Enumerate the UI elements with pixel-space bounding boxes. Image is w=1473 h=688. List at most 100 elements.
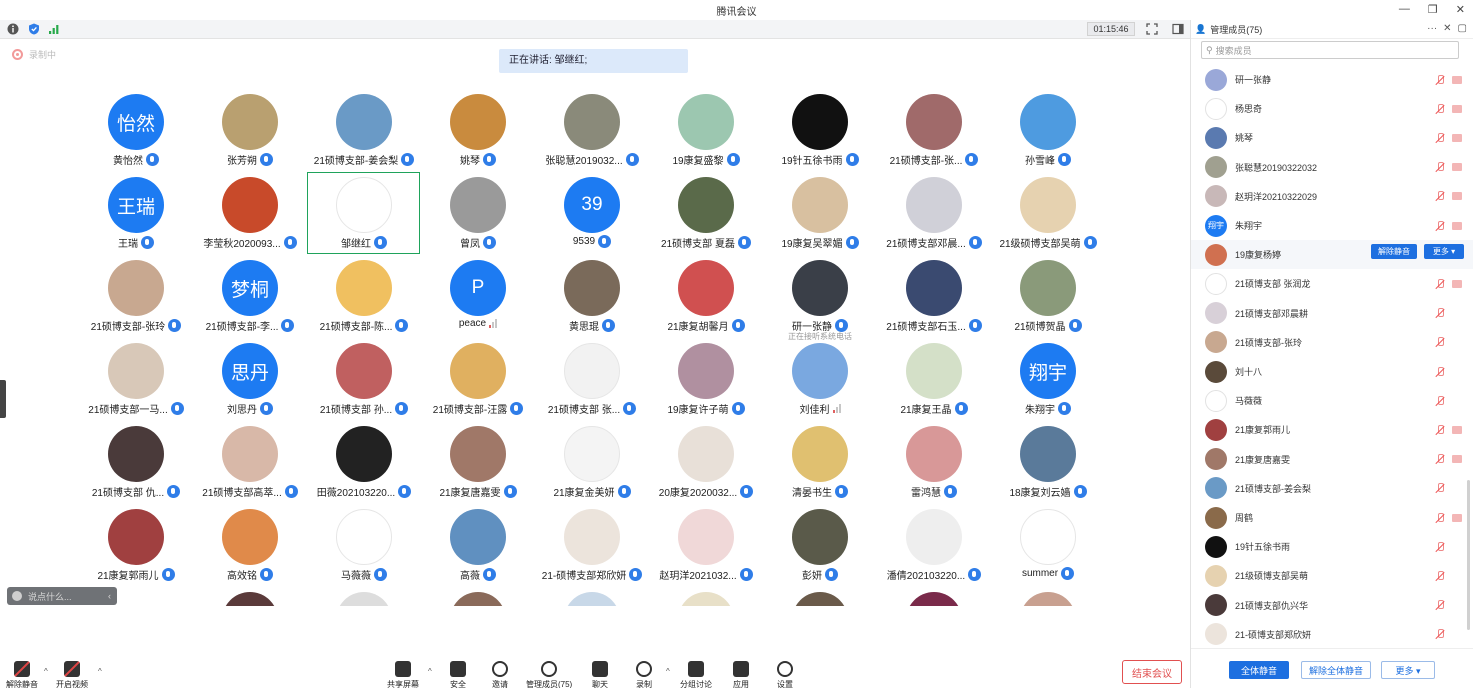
participant-tile[interactable]: 黄思琨 — [535, 258, 649, 340]
participant-tile[interactable]: 21级硕博支部吴萌 — [991, 175, 1105, 257]
participant-tile[interactable]: 梦桐 21硕博支部-李... — [193, 258, 307, 340]
participant-tile[interactable]: 21康复金美妍 — [535, 424, 649, 506]
mic-muted-icon[interactable] — [1435, 74, 1445, 85]
restore-icon[interactable]: ❐ — [1428, 3, 1438, 16]
participant-tile[interactable]: 潘倩202103220... — [877, 507, 991, 589]
info-icon[interactable] — [7, 23, 19, 35]
member-row[interactable]: 翔宇 朱翔宇 — [1191, 211, 1473, 240]
participant-tile[interactable]: summer — [991, 507, 1105, 589]
participant-tile[interactable]: 21硕博支部 张... — [535, 341, 649, 423]
mute-all-button[interactable]: 全体静音 — [1229, 661, 1289, 679]
breakout-button[interactable]: 分组讨论 — [680, 655, 712, 688]
member-list-scrollbar[interactable] — [1467, 480, 1470, 630]
participant-tile[interactable]: 21康复唐嘉雯 — [421, 424, 535, 506]
participant-tile[interactable]: 21康复王晶 — [877, 341, 991, 423]
participant-tile[interactable]: 18康复刘云嫱 — [991, 424, 1105, 506]
participant-tile[interactable]: 21硕博贺晶 — [991, 258, 1105, 340]
participant-tile[interactable]: 20康复2020032... — [649, 424, 763, 506]
mic-muted-icon[interactable] — [1435, 629, 1445, 639]
member-row[interactable]: 21硕博支部邓晨耕 — [1191, 299, 1473, 328]
participant-tile[interactable] — [193, 590, 307, 606]
share-screen-button[interactable]: 共享屏幕 — [387, 655, 419, 688]
camera-off-icon[interactable] — [1452, 425, 1462, 434]
mic-muted-icon[interactable] — [1435, 541, 1445, 552]
participant-tile[interactable]: 雷鸿慧 — [877, 424, 991, 506]
mic-muted-icon[interactable] — [1435, 191, 1445, 201]
participant-tile[interactable]: 21硕博支部-汪露 — [421, 341, 535, 423]
mic-muted-icon[interactable] — [1435, 366, 1445, 377]
camera-off-icon[interactable] — [1452, 279, 1462, 288]
close-icon[interactable]: ✕ — [1456, 3, 1465, 16]
mic-muted-icon[interactable] — [1435, 512, 1445, 523]
participant-tile[interactable]: 孙雪峰 — [991, 92, 1105, 174]
member-row[interactable]: 马薇薇 — [1191, 386, 1473, 415]
mic-muted-icon[interactable] — [1435, 337, 1445, 347]
mic-muted-icon[interactable] — [1435, 600, 1445, 610]
participant-tile[interactable]: 邹继红 — [307, 175, 421, 257]
settings-button[interactable]: 设置 — [777, 655, 793, 688]
camera-off-icon[interactable] — [1452, 104, 1462, 113]
participant-tile[interactable]: 21硕博支部-姜会梨 — [307, 92, 421, 174]
shield-icon[interactable] — [28, 23, 40, 35]
participant-tile[interactable]: 21康复胡馨月 — [649, 258, 763, 340]
participant-tile[interactable]: 高薇 — [421, 507, 535, 589]
member-row[interactable]: 杨思奇 — [1191, 94, 1473, 123]
camera-off-icon[interactable] — [1452, 221, 1462, 230]
mic-muted-icon[interactable] — [1435, 162, 1445, 172]
mic-muted-icon[interactable] — [1435, 424, 1445, 435]
mic-muted-icon[interactable] — [1435, 220, 1445, 231]
participant-tile[interactable]: 怡然 黄怡然 — [79, 92, 193, 174]
participant-tile[interactable]: 彭妍 — [763, 507, 877, 589]
panel-pin-icon[interactable]: ▢ — [1458, 23, 1467, 34]
share-options-icon[interactable]: ^ — [428, 667, 432, 676]
mic-muted-icon[interactable] — [1435, 395, 1445, 406]
participant-tile[interactable]: 21硕博支部邓晨... — [877, 175, 991, 257]
participant-tile[interactable]: 19康复吴翠媚 — [763, 175, 877, 257]
participant-tile[interactable]: 19康复许子萌 — [649, 341, 763, 423]
participant-tile[interactable]: 马薇薇 — [307, 507, 421, 589]
record-options-icon[interactable]: ^ — [666, 667, 670, 676]
participant-tile[interactable] — [535, 590, 649, 606]
participant-tile[interactable]: 赵玥洋2021032... — [649, 507, 763, 589]
emoji-icon[interactable] — [12, 591, 22, 601]
fullscreen-icon[interactable] — [1146, 23, 1158, 35]
participant-tile[interactable] — [991, 590, 1105, 606]
unmute-all-button[interactable]: 解除全体静音 — [1301, 661, 1371, 679]
manage-members-button[interactable]: 管理成员(75) — [526, 655, 572, 688]
more-dots-icon[interactable]: ··· — [1427, 23, 1437, 34]
participant-tile[interactable]: 19针五徐书雨 — [763, 92, 877, 174]
member-unmute-button[interactable]: 解除静音 — [1371, 244, 1417, 260]
member-row[interactable]: 21硕博支部-张玲 — [1191, 328, 1473, 357]
layout-icon[interactable] — [1172, 23, 1184, 35]
collapse-chat-icon[interactable]: ‹ — [108, 591, 111, 601]
camera-off-icon[interactable] — [1452, 163, 1462, 172]
panel-more-button[interactable]: 更多 ▾ — [1381, 661, 1435, 679]
participant-tile[interactable]: 李莹秋2020093... — [193, 175, 307, 257]
participant-tile[interactable]: 思丹 刘思丹 — [193, 341, 307, 423]
participant-tile[interactable] — [421, 590, 535, 606]
participant-tile[interactable]: 清晏书生 — [763, 424, 877, 506]
participant-tile[interactable]: 21硕博支部-陈... — [307, 258, 421, 340]
participant-tile[interactable]: 高效铭 — [193, 507, 307, 589]
member-row[interactable]: 19针五徐书雨 — [1191, 532, 1473, 561]
member-row[interactable]: 21级硕博支部吴萌 — [1191, 561, 1473, 590]
member-row[interactable]: 21-硕博支部郑欣妍 — [1191, 620, 1473, 645]
mic-muted-icon[interactable] — [1435, 454, 1445, 464]
participant-tile[interactable]: 姚琴 — [421, 92, 535, 174]
member-more-button[interactable]: 更多 ▾ — [1424, 244, 1464, 260]
member-row[interactable]: 周鹤 — [1191, 503, 1473, 532]
mic-muted-icon[interactable] — [1435, 132, 1445, 143]
minimize-icon[interactable]: — — [1399, 3, 1410, 16]
participant-tile[interactable]: 21硕博支部石玉... — [877, 258, 991, 340]
participant-tile[interactable]: 39 9539 — [535, 175, 649, 257]
unmute-button[interactable]: 解除静音 — [6, 655, 38, 688]
recording-indicator[interactable]: 录制中 — [12, 48, 56, 61]
chat-button[interactable]: 聊天 — [592, 655, 608, 688]
participant-tile[interactable]: 21硕博支部一马... — [79, 341, 193, 423]
participant-tile[interactable] — [877, 590, 991, 606]
participant-tile[interactable]: Ppeace — [421, 258, 535, 340]
participant-tile[interactable]: 王瑞 王瑞 — [79, 175, 193, 257]
member-row[interactable]: 21硕博支部 张润龙 — [1191, 269, 1473, 298]
participant-tile[interactable]: 张聪慧2019032... — [535, 92, 649, 174]
member-row[interactable]: 21硕博支部仇兴华 — [1191, 591, 1473, 620]
